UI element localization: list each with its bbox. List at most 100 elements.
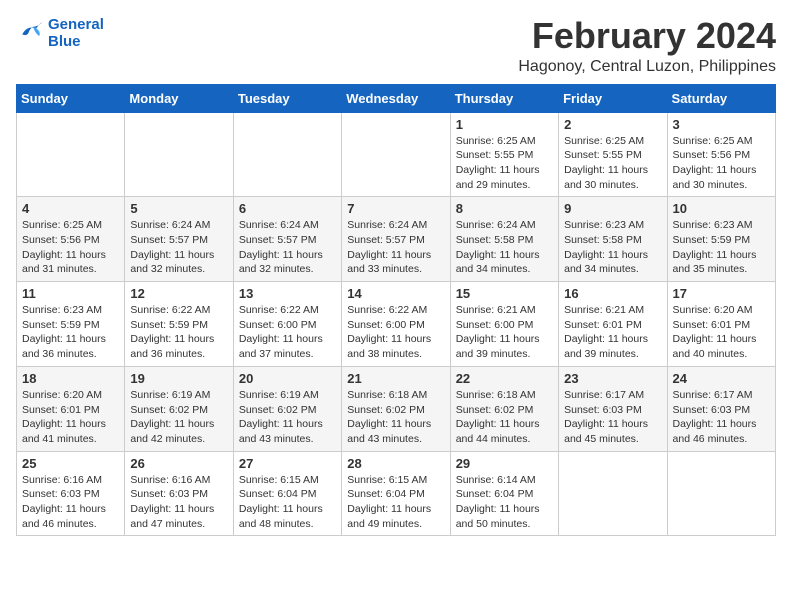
- day-info: Sunrise: 6:24 AM Sunset: 5:57 PM Dayligh…: [347, 218, 444, 277]
- calendar-body: 1 Sunrise: 6:25 AM Sunset: 5:55 PM Daylig…: [17, 112, 776, 536]
- calendar-cell: 3Sunrise: 6:25 AM Sunset: 5:56 PM Daylig…: [667, 112, 775, 197]
- day-number: 7: [347, 201, 444, 216]
- calendar-cell: [17, 112, 125, 197]
- calendar-cell: [667, 451, 775, 536]
- day-number: 14: [347, 286, 444, 301]
- calendar-cell: 21 Sunrise: 6:18 AM Sunset: 6:02 PM Dayli…: [342, 366, 450, 451]
- calendar-cell: 2 Sunrise: 6:25 AM Sunset: 5:55 PM Daylig…: [559, 112, 667, 197]
- day-number: 27: [239, 456, 336, 471]
- calendar-cell: [125, 112, 233, 197]
- calendar-cell: 17 Sunrise: 6:20 AM Sunset: 6:01 PM Dayli…: [667, 282, 775, 367]
- calendar-cell: 11Sunrise: 6:23 AM Sunset: 5:59 PM Dayli…: [17, 282, 125, 367]
- calendar-cell: 19 Sunrise: 6:19 AM Sunset: 6:02 PM Dayli…: [125, 366, 233, 451]
- calendar-cell: 15 Sunrise: 6:21 AM Sunset: 6:00 PM Dayli…: [450, 282, 558, 367]
- day-info: Sunrise: 6:16 AM Sunset: 6:03 PM Dayligh…: [22, 473, 119, 532]
- calendar-day-header: Saturday: [667, 84, 775, 112]
- day-number: 24: [673, 371, 770, 386]
- day-info: Sunrise: 6:15 AM Sunset: 6:04 PM Dayligh…: [347, 473, 444, 532]
- logo: General Blue: [16, 16, 104, 51]
- day-info: Sunrise: 6:14 AM Sunset: 6:04 PM Dayligh…: [456, 473, 553, 532]
- calendar-cell: [233, 112, 341, 197]
- calendar-week-row: 11Sunrise: 6:23 AM Sunset: 5:59 PM Dayli…: [17, 282, 776, 367]
- day-number: 25: [22, 456, 119, 471]
- page-header: General Blue February 2024 Hagonoy, Cent…: [16, 16, 776, 76]
- calendar-table: SundayMondayTuesdayWednesdayThursdayFrid…: [16, 84, 776, 537]
- day-info: Sunrise: 6:21 AM Sunset: 6:00 PM Dayligh…: [456, 303, 553, 362]
- day-number: 8: [456, 201, 553, 216]
- day-info: Sunrise: 6:19 AM Sunset: 6:02 PM Dayligh…: [130, 388, 227, 447]
- day-info: Sunrise: 6:24 AM Sunset: 5:57 PM Dayligh…: [239, 218, 336, 277]
- day-info: Sunrise: 6:18 AM Sunset: 6:02 PM Dayligh…: [347, 388, 444, 447]
- day-info: Sunrise: 6:16 AM Sunset: 6:03 PM Dayligh…: [130, 473, 227, 532]
- calendar-cell: 22 Sunrise: 6:18 AM Sunset: 6:02 PM Dayli…: [450, 366, 558, 451]
- calendar-day-header: Wednesday: [342, 84, 450, 112]
- calendar-header-row: SundayMondayTuesdayWednesdayThursdayFrid…: [17, 84, 776, 112]
- day-info: Sunrise: 6:23 AM Sunset: 5:59 PM Dayligh…: [673, 218, 770, 277]
- month-title: February 2024: [518, 16, 776, 56]
- calendar-cell: 20Sunrise: 6:19 AM Sunset: 6:02 PM Dayli…: [233, 366, 341, 451]
- day-info: Sunrise: 6:25 AM Sunset: 5:55 PM Dayligh…: [564, 134, 661, 193]
- day-number: 23: [564, 371, 661, 386]
- calendar-cell: 8Sunrise: 6:24 AM Sunset: 5:58 PM Daylig…: [450, 197, 558, 282]
- calendar-cell: 4 Sunrise: 6:25 AM Sunset: 5:56 PM Daylig…: [17, 197, 125, 282]
- day-number: 12: [130, 286, 227, 301]
- calendar-day-header: Thursday: [450, 84, 558, 112]
- day-info: Sunrise: 6:15 AM Sunset: 6:04 PM Dayligh…: [239, 473, 336, 532]
- day-number: 3: [673, 117, 770, 132]
- calendar-cell: 1 Sunrise: 6:25 AM Sunset: 5:55 PM Daylig…: [450, 112, 558, 197]
- day-number: 18: [22, 371, 119, 386]
- day-info: Sunrise: 6:17 AM Sunset: 6:03 PM Dayligh…: [564, 388, 661, 447]
- day-info: Sunrise: 6:22 AM Sunset: 6:00 PM Dayligh…: [347, 303, 444, 362]
- calendar-cell: 10 Sunrise: 6:23 AM Sunset: 5:59 PM Dayli…: [667, 197, 775, 282]
- calendar-cell: 26Sunrise: 6:16 AM Sunset: 6:03 PM Dayli…: [125, 451, 233, 536]
- calendar-day-header: Monday: [125, 84, 233, 112]
- calendar-cell: 23 Sunrise: 6:17 AM Sunset: 6:03 PM Dayli…: [559, 366, 667, 451]
- calendar-cell: 27 Sunrise: 6:15 AM Sunset: 6:04 PM Dayli…: [233, 451, 341, 536]
- day-info: Sunrise: 6:22 AM Sunset: 5:59 PM Dayligh…: [130, 303, 227, 362]
- calendar-cell: 6Sunrise: 6:24 AM Sunset: 5:57 PM Daylig…: [233, 197, 341, 282]
- calendar-week-row: 25 Sunrise: 6:16 AM Sunset: 6:03 PM Dayli…: [17, 451, 776, 536]
- logo-text: General Blue: [48, 16, 104, 51]
- location-title: Hagonoy, Central Luzon, Philippines: [518, 58, 776, 76]
- day-number: 22: [456, 371, 553, 386]
- day-info: Sunrise: 6:25 AM Sunset: 5:56 PM Dayligh…: [22, 218, 119, 277]
- calendar-cell: 18 Sunrise: 6:20 AM Sunset: 6:01 PM Dayli…: [17, 366, 125, 451]
- day-info: Sunrise: 6:21 AM Sunset: 6:01 PM Dayligh…: [564, 303, 661, 362]
- day-number: 20: [239, 371, 336, 386]
- day-number: 2: [564, 117, 661, 132]
- calendar-cell: 5Sunrise: 6:24 AM Sunset: 5:57 PM Daylig…: [125, 197, 233, 282]
- day-info: Sunrise: 6:18 AM Sunset: 6:02 PM Dayligh…: [456, 388, 553, 447]
- calendar-cell: 16Sunrise: 6:21 AM Sunset: 6:01 PM Dayli…: [559, 282, 667, 367]
- day-number: 4: [22, 201, 119, 216]
- title-block: February 2024 Hagonoy, Central Luzon, Ph…: [518, 16, 776, 76]
- day-number: 1: [456, 117, 553, 132]
- day-number: 10: [673, 201, 770, 216]
- calendar-cell: 12 Sunrise: 6:22 AM Sunset: 5:59 PM Dayli…: [125, 282, 233, 367]
- day-number: 21: [347, 371, 444, 386]
- day-number: 29: [456, 456, 553, 471]
- day-number: 5: [130, 201, 227, 216]
- calendar-cell: 28 Sunrise: 6:15 AM Sunset: 6:04 PM Dayli…: [342, 451, 450, 536]
- day-info: Sunrise: 6:20 AM Sunset: 6:01 PM Dayligh…: [673, 303, 770, 362]
- day-number: 17: [673, 286, 770, 301]
- calendar-week-row: 18 Sunrise: 6:20 AM Sunset: 6:01 PM Dayli…: [17, 366, 776, 451]
- day-number: 15: [456, 286, 553, 301]
- calendar-cell: 29 Sunrise: 6:14 AM Sunset: 6:04 PM Dayli…: [450, 451, 558, 536]
- calendar-week-row: 4 Sunrise: 6:25 AM Sunset: 5:56 PM Daylig…: [17, 197, 776, 282]
- day-info: Sunrise: 6:20 AM Sunset: 6:01 PM Dayligh…: [22, 388, 119, 447]
- day-number: 9: [564, 201, 661, 216]
- day-info: Sunrise: 6:17 AM Sunset: 6:03 PM Dayligh…: [673, 388, 770, 447]
- calendar-cell: [559, 451, 667, 536]
- calendar-week-row: 1 Sunrise: 6:25 AM Sunset: 5:55 PM Daylig…: [17, 112, 776, 197]
- day-number: 13: [239, 286, 336, 301]
- day-info: Sunrise: 6:23 AM Sunset: 5:58 PM Dayligh…: [564, 218, 661, 277]
- calendar-cell: [342, 112, 450, 197]
- day-number: 28: [347, 456, 444, 471]
- day-info: Sunrise: 6:25 AM Sunset: 5:55 PM Dayligh…: [456, 134, 553, 193]
- day-number: 19: [130, 371, 227, 386]
- day-number: 11: [22, 286, 119, 301]
- calendar-cell: 25 Sunrise: 6:16 AM Sunset: 6:03 PM Dayli…: [17, 451, 125, 536]
- calendar-day-header: Sunday: [17, 84, 125, 112]
- calendar-day-header: Tuesday: [233, 84, 341, 112]
- calendar-cell: 24 Sunrise: 6:17 AM Sunset: 6:03 PM Dayli…: [667, 366, 775, 451]
